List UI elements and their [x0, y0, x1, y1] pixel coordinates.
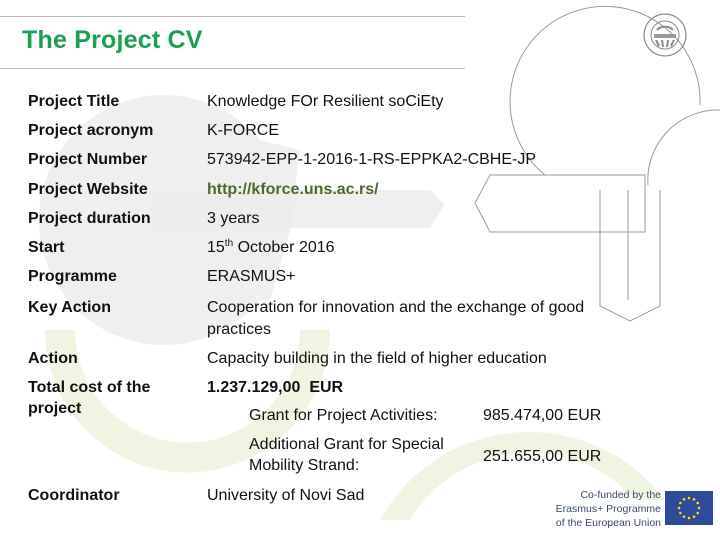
row-value: K-FORCE	[207, 122, 279, 139]
eu-star	[682, 498, 686, 501]
row-value: 15th October 2016	[207, 237, 647, 259]
eu-star	[692, 515, 696, 518]
cofunded-line-3: of the European Union	[555, 517, 661, 529]
cofunded-line-2: Erasmus+ Programme	[555, 503, 661, 515]
row-label: Coordinator	[28, 487, 120, 504]
cost-breakdown-value: 985.474,00 EUR	[483, 407, 602, 424]
cost-breakdown-label: Additional Grant for Special Mobility St…	[249, 436, 444, 474]
eu-star	[696, 501, 699, 505]
start-day: 15	[207, 239, 225, 256]
row-label: Total cost of the project	[28, 379, 151, 417]
row-label: Key Action	[28, 299, 111, 316]
eu-star	[696, 511, 699, 515]
cofunded-line-1: Co-funded by the	[580, 489, 661, 501]
row-value: Knowledge FOr Resilient soCiEty	[207, 93, 444, 110]
project-website-link[interactable]: http://kforce.uns.ac.rs/	[207, 179, 647, 201]
row-value: 1.237.129,00 EUR	[207, 379, 344, 396]
erasmus-cofunded-logo: Co-funded by the Erasmus+ Programme of t…	[540, 488, 715, 532]
start-day-suffix: th	[224, 238, 234, 249]
header-rule-bottom	[0, 68, 465, 69]
row-value: 3 years	[207, 210, 260, 227]
university-seal-icon	[643, 13, 687, 57]
eu-star	[692, 498, 696, 501]
slide-title: The Project CV	[22, 26, 203, 54]
eu-star	[682, 515, 686, 518]
row-value: Capacity building in the field of higher…	[207, 350, 547, 367]
cost-breakdown-label: Grant for Project Activities:	[249, 407, 438, 424]
row-label: Start	[28, 239, 65, 256]
eu-star	[679, 501, 682, 505]
eu-star	[687, 496, 691, 500]
eu-star	[679, 511, 682, 515]
row-label: Project Website	[28, 181, 148, 198]
row-label: Programme	[28, 268, 117, 285]
start-month-year: October 2016	[233, 239, 335, 256]
row-label: Project Number	[28, 151, 148, 168]
row-label: Project Title	[28, 93, 120, 110]
row-label: Project acronym	[28, 122, 154, 139]
row-label: Project duration	[28, 210, 151, 227]
eu-star	[677, 506, 681, 510]
eu-star	[697, 506, 701, 510]
cofunded-text: Co-funded by the Erasmus+ Programme of t…	[556, 488, 661, 530]
header-rule-top	[0, 16, 465, 17]
eu-flag-icon	[665, 491, 713, 525]
cost-breakdown-value: 251.655,00 EUR	[483, 448, 602, 465]
watermark-outline-ear	[647, 109, 720, 186]
row-value: 573942-EPP-1-2016-1-RS-EPPKA2-CBHE-JP	[207, 151, 537, 168]
row-value: ERASMUS+	[207, 268, 296, 285]
row-value: Cooperation for innovation and the excha…	[207, 299, 585, 338]
row-label: Action	[28, 350, 78, 367]
eu-star	[687, 516, 691, 520]
